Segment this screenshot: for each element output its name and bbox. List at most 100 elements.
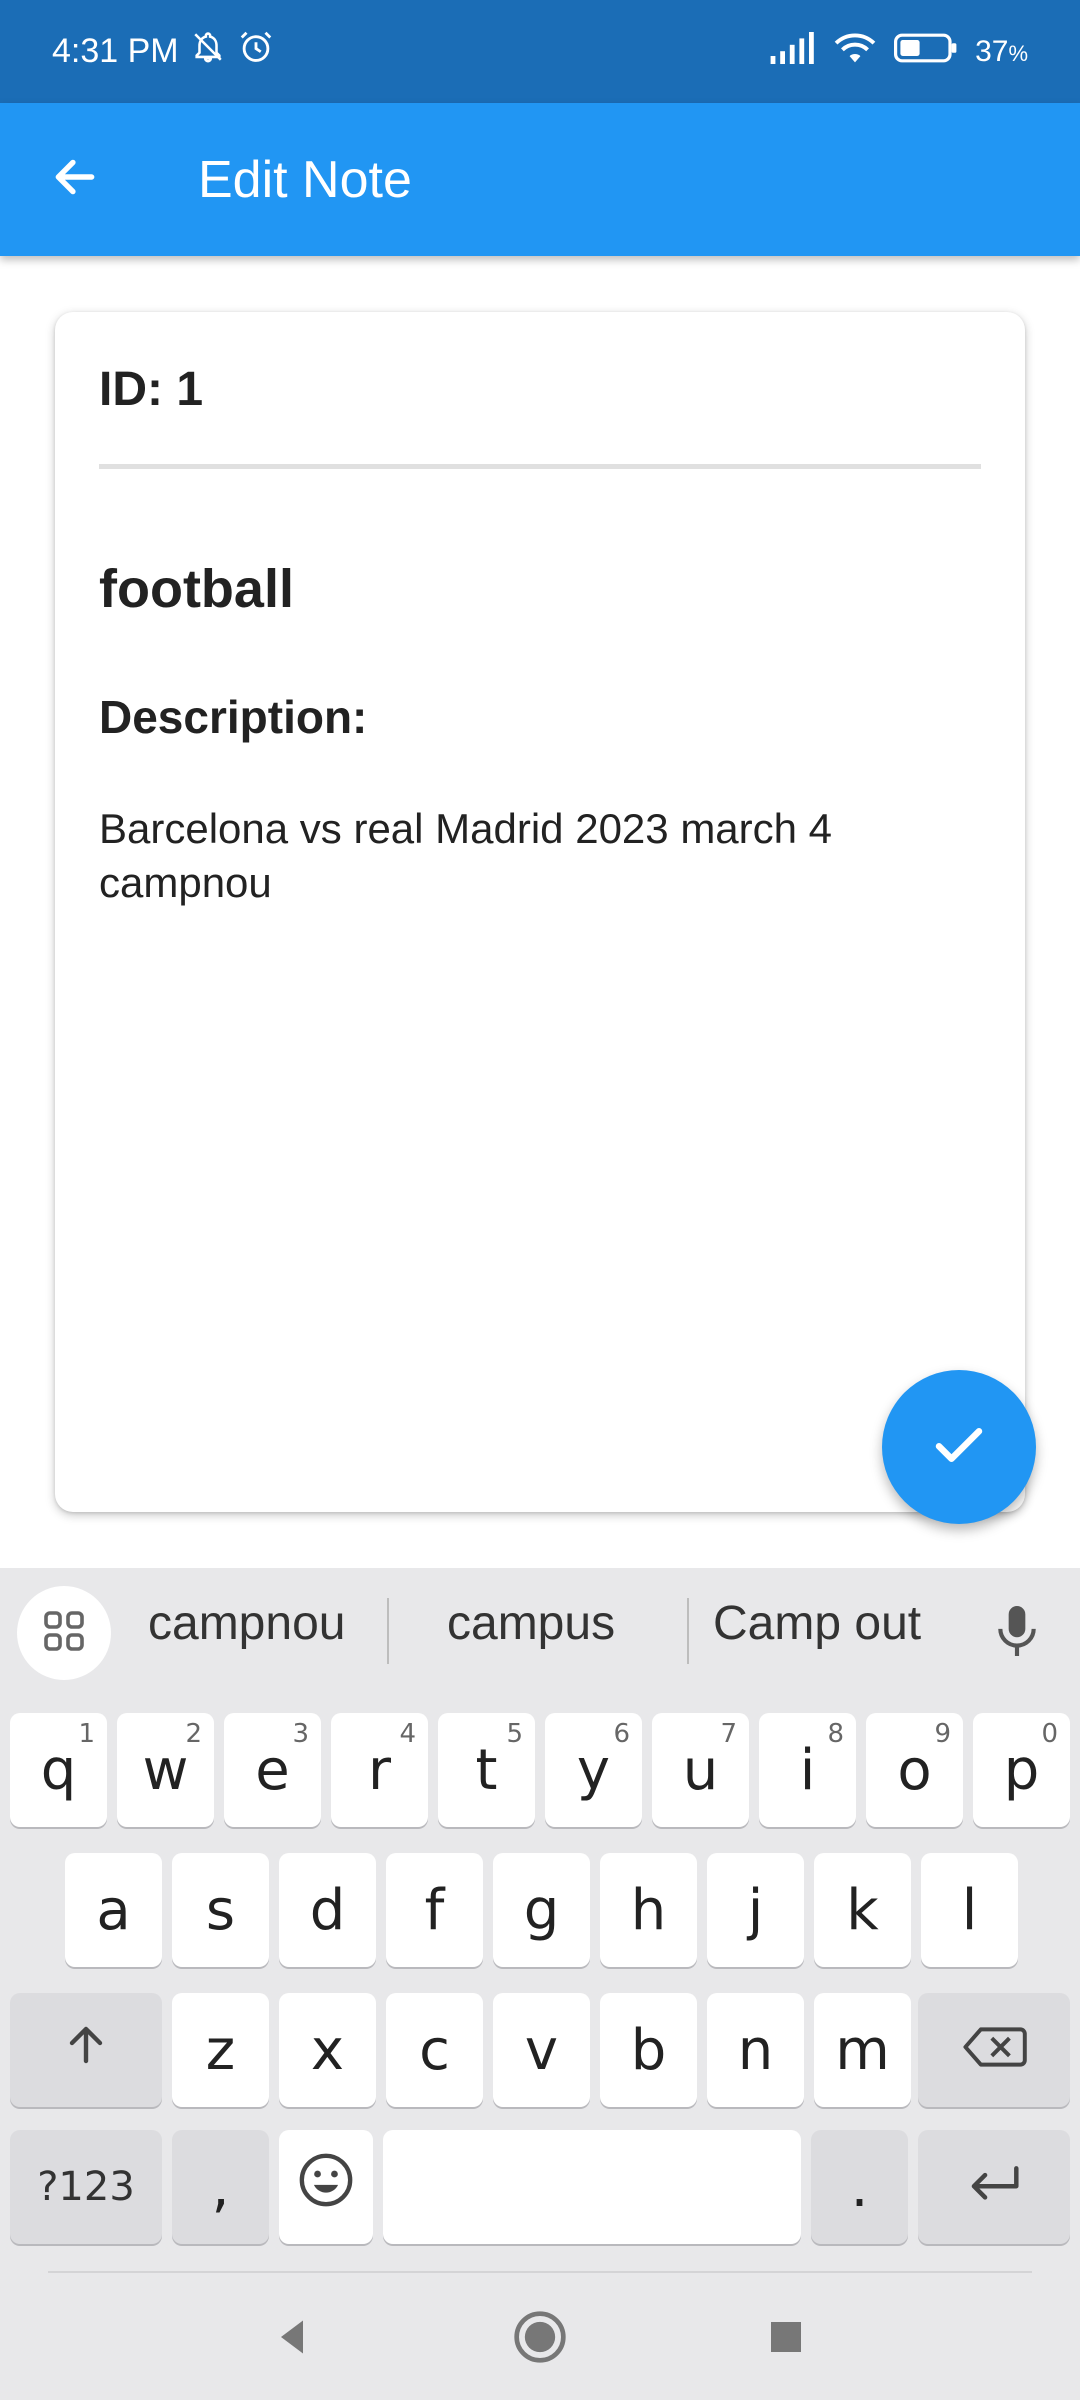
battery-unit: % [1008,40,1028,66]
key-hint: 5 [506,1719,523,1749]
shift-key[interactable] [10,1993,162,2107]
note-id: ID: 1 [99,363,204,416]
key-label: t [475,1737,498,1803]
key-a[interactable]: a [65,1853,162,1967]
note-title[interactable]: football [99,558,294,620]
key-hint: 1 [78,1719,95,1749]
key-m[interactable]: m [814,1993,911,2107]
key-s[interactable]: s [172,1853,269,1967]
description-field[interactable]: Barcelona vs real Madrid 2023 march 4 ca… [99,802,959,910]
key-k[interactable]: k [814,1853,911,1967]
key-z[interactable]: z [172,1993,269,2107]
notifications-off-icon [191,29,225,74]
key-hint: 2 [185,1719,202,1749]
backspace-icon [961,2018,1027,2083]
space-key[interactable] [383,2130,801,2244]
page-title: Edit Note [198,150,412,209]
suggestion-3[interactable]: Camp out [713,1596,921,1651]
status-time: 4:31 PM [52,32,179,70]
key-hint: 9 [934,1719,951,1749]
check-icon [929,1415,989,1480]
key-v[interactable]: v [493,1993,590,2107]
key-r[interactable]: r4 [331,1713,428,1827]
key-label: p [1003,1737,1040,1803]
nav-recents-button[interactable] [751,2304,821,2374]
key-c[interactable]: c [386,1993,483,2107]
key-hint: 0 [1041,1719,1058,1749]
key-hint: 3 [292,1719,309,1749]
status-bar: 4:31 PM 37% [0,0,1080,103]
enter-icon [965,2155,1023,2220]
key-i[interactable]: i8 [759,1713,856,1827]
keyboard-apps-button[interactable] [17,1586,111,1680]
system-nav-bar [0,2272,1080,2400]
suggestion-separator [387,1598,389,1664]
suggestion-2[interactable]: campus [447,1596,615,1651]
shift-icon [62,2018,110,2083]
key-hint: 6 [613,1719,630,1749]
period-key[interactable]: . [811,2130,908,2244]
divider [99,464,981,469]
key-e[interactable]: e3 [224,1713,321,1827]
key-label: o [897,1737,932,1803]
key-y[interactable]: y6 [545,1713,642,1827]
edit-note-screen: 4:31 PM 37% Edit Note ID: 1 football Des… [0,0,1080,2400]
signal-icon [769,31,817,73]
suggestion-separator [687,1598,689,1664]
key-p[interactable]: p0 [973,1713,1070,1827]
key-t[interactable]: t5 [438,1713,535,1827]
symbols-key[interactable]: ?123 [10,2130,162,2244]
battery-value: 37 [975,34,1009,68]
nav-home-button[interactable] [505,2304,575,2374]
key-f[interactable]: f [386,1853,483,1967]
status-right: 37% [769,30,1028,74]
key-hint: 7 [720,1719,737,1749]
enter-key[interactable] [918,2130,1070,2244]
key-label: w [142,1737,189,1803]
app-bar: Edit Note [0,103,1080,256]
key-q[interactable]: q1 [10,1713,107,1827]
key-hint: 8 [827,1719,844,1749]
emoji-key[interactable] [279,2130,373,2244]
key-x[interactable]: x [279,1993,376,2107]
save-button[interactable] [882,1370,1036,1524]
arrow-back-icon [50,152,100,207]
note-card: ID: 1 football Description: Barcelona vs… [55,312,1025,1512]
suggestion-1[interactable]: campnou [148,1596,345,1651]
nav-back-button[interactable] [257,2304,327,2374]
wifi-icon [833,30,877,74]
square-recents-icon [766,2317,806,2362]
backspace-key[interactable] [918,1993,1070,2107]
alarm-icon [237,28,275,75]
key-u[interactable]: u7 [652,1713,749,1827]
emoji-icon [297,2151,355,2223]
key-o[interactable]: o9 [866,1713,963,1827]
grid-icon [40,1607,88,1660]
key-label: e [255,1737,290,1803]
key-label: y [576,1737,611,1803]
key-b[interactable]: b [600,1993,697,2107]
battery-icon [893,32,959,72]
microphone-icon [992,1601,1042,1666]
key-h[interactable]: h [600,1853,697,1967]
key-label: i [799,1737,816,1803]
comma-key[interactable]: , [172,2130,269,2244]
status-left: 4:31 PM [52,28,275,75]
circle-home-icon [512,2309,568,2370]
back-button[interactable] [0,103,150,256]
battery-percent: 37% [975,35,1028,69]
key-label: r [367,1737,392,1803]
description-label: Description: [99,691,368,743]
key-d[interactable]: d [279,1853,376,1967]
key-n[interactable]: n [707,1993,804,2107]
key-label: u [682,1737,719,1803]
key-j[interactable]: j [707,1853,804,1967]
key-hint: 4 [399,1719,416,1749]
key-label: q [40,1737,77,1803]
suggestion-bar: campnou campus Camp out [0,1568,1080,1696]
key-l[interactable]: l [921,1853,1018,1967]
key-w[interactable]: w2 [117,1713,214,1827]
voice-input-button[interactable] [985,1598,1049,1668]
triangle-back-icon [270,2315,314,2364]
key-g[interactable]: g [493,1853,590,1967]
